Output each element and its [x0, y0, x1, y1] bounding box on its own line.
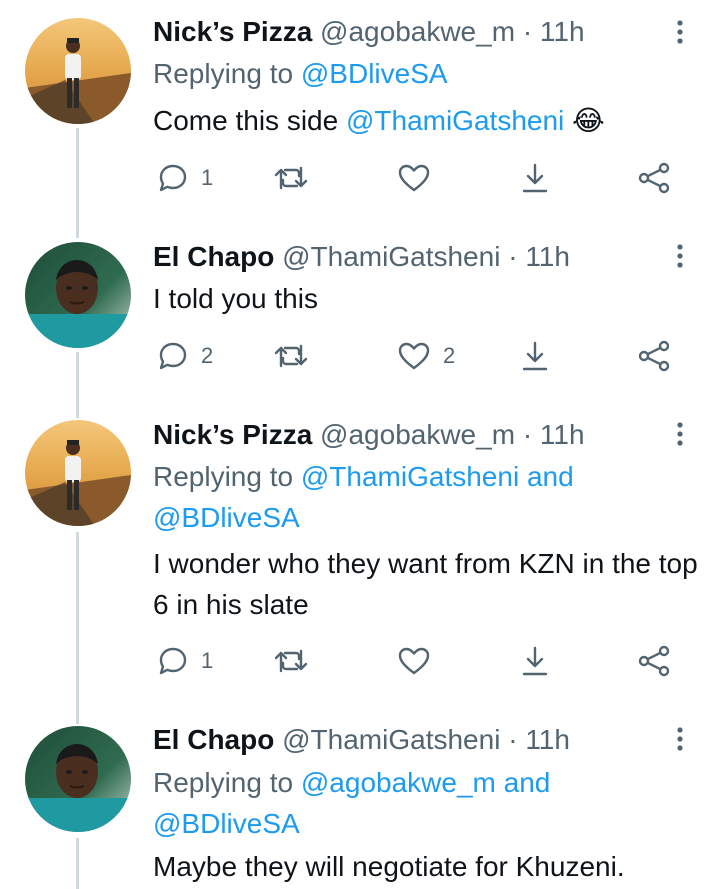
- replying-to: Replying to @BDliveSA: [153, 53, 693, 94]
- share-icon: [638, 645, 670, 677]
- avatar[interactable]: [25, 18, 131, 124]
- thread-line: [76, 128, 79, 238]
- mention-link[interactable]: @BDliveSA: [153, 808, 300, 839]
- separator-dot: ·: [522, 16, 533, 47]
- more-icon: [677, 244, 683, 268]
- share-button[interactable]: [637, 336, 671, 376]
- separator-dot: ·: [522, 419, 533, 450]
- tweet-actions: 1: [153, 641, 683, 681]
- replying-to: Replying to @ThamiGatsheni and @BDliveSA: [153, 456, 693, 538]
- reply-count: 1: [201, 165, 214, 190]
- replying-label: Replying to: [153, 461, 301, 492]
- reply-button[interactable]: 1: [157, 158, 213, 198]
- share-icon: [638, 162, 670, 194]
- more-options-button[interactable]: [668, 721, 692, 757]
- display-name[interactable]: Nick’s Pizza: [153, 419, 312, 450]
- user-handle[interactable]: @ThamiGatsheni: [282, 241, 500, 272]
- replying-to: Replying to @agobakwe_m and @BDliveSA: [153, 762, 693, 844]
- display-name[interactable]: El Chapo: [153, 724, 274, 755]
- tweet-text: Come this side @ThamiGatsheni 😂: [153, 100, 698, 141]
- more-options-button[interactable]: [668, 238, 692, 274]
- user-handle[interactable]: @agobakwe_m: [320, 16, 515, 47]
- retweet-icon: [274, 649, 308, 673]
- display-name[interactable]: El Chapo: [153, 241, 274, 272]
- share-button[interactable]: [637, 641, 671, 681]
- more-options-button[interactable]: [668, 14, 692, 50]
- like-icon: [398, 164, 430, 192]
- share-icon: [638, 340, 670, 372]
- tweet-text: I wonder who they want from KZN in the t…: [153, 548, 698, 620]
- timestamp[interactable]: 11h: [525, 241, 570, 272]
- thread-line: [76, 532, 79, 724]
- reply-icon: [159, 647, 187, 675]
- separator-dot: ·: [508, 724, 518, 755]
- download-icon: [522, 646, 548, 676]
- replying-label: Replying to: [153, 767, 301, 798]
- mention-link[interactable]: @BDliveSA: [301, 58, 448, 89]
- thread-line: [76, 352, 79, 418]
- reply-button[interactable]: 1: [157, 641, 213, 681]
- like-count: 2: [443, 343, 456, 368]
- more-icon: [677, 422, 683, 446]
- more-icon: [677, 727, 683, 751]
- download-icon: [522, 341, 548, 371]
- timestamp[interactable]: 11h: [540, 419, 585, 450]
- mention-link[interactable]: @BDliveSA: [153, 502, 300, 533]
- like-button[interactable]: [397, 158, 431, 198]
- separator-dot: ·: [508, 241, 518, 272]
- user-handle[interactable]: @ThamiGatsheni: [282, 724, 500, 755]
- reply-button[interactable]: 2: [157, 336, 213, 376]
- replying-label: Replying to: [153, 58, 301, 89]
- download-icon: [522, 163, 548, 193]
- retweet-button[interactable]: [273, 158, 309, 198]
- like-icon: [398, 342, 430, 370]
- retweet-icon: [274, 344, 308, 368]
- tweet-actions: 2 2: [153, 336, 683, 376]
- thread-line: [76, 838, 79, 889]
- like-icon: [398, 647, 430, 675]
- replying-joiner: and: [495, 767, 551, 798]
- timestamp[interactable]: 11h: [525, 724, 570, 755]
- mention-link[interactable]: @ThamiGatsheni: [301, 461, 519, 492]
- display-name[interactable]: Nick’s Pizza: [153, 16, 312, 47]
- tweet-text: Maybe they will negotiate for Khuzeni.: [153, 851, 625, 882]
- bookmark-button[interactable]: [519, 336, 551, 376]
- bookmark-button[interactable]: [519, 641, 551, 681]
- avatar[interactable]: [25, 420, 131, 526]
- like-button[interactable]: [397, 641, 431, 681]
- reply-count: 1: [201, 648, 214, 673]
- user-handle[interactable]: @agobakwe_m: [320, 419, 515, 450]
- bookmark-button[interactable]: [519, 158, 551, 198]
- replying-joiner: and: [519, 461, 574, 492]
- retweet-button[interactable]: [273, 641, 309, 681]
- tweet-actions: 1: [153, 158, 683, 198]
- tweet-text-part: Come this side: [153, 105, 346, 136]
- retweet-icon: [274, 166, 308, 190]
- mention-link[interactable]: @ThamiGatsheni: [346, 105, 564, 136]
- like-button[interactable]: 2: [397, 336, 455, 376]
- mention-link[interactable]: @agobakwe_m: [301, 767, 496, 798]
- avatar[interactable]: [25, 242, 131, 348]
- share-button[interactable]: [637, 158, 671, 198]
- more-options-button[interactable]: [668, 416, 692, 452]
- reply-icon: [159, 164, 187, 192]
- laughing-emoji: 😂: [572, 104, 605, 137]
- reply-icon: [159, 342, 187, 370]
- reply-count: 2: [201, 343, 214, 368]
- tweet-text: I told you this: [153, 283, 318, 314]
- retweet-button[interactable]: [273, 336, 309, 376]
- timestamp[interactable]: 11h: [540, 16, 585, 47]
- more-icon: [677, 20, 683, 44]
- avatar[interactable]: [25, 726, 131, 832]
